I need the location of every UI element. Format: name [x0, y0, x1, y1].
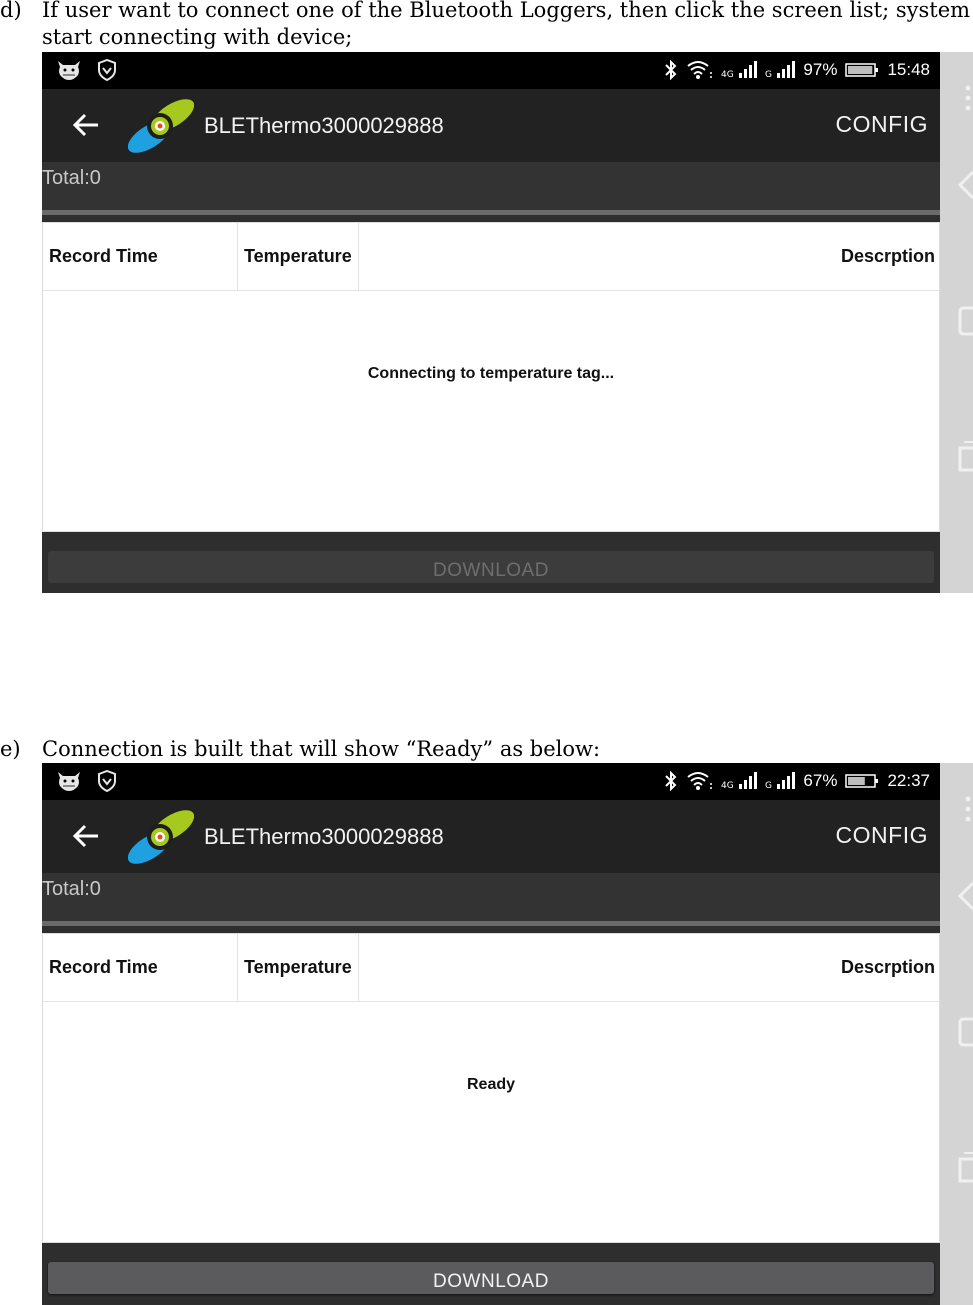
android-nav-bar — [940, 52, 973, 593]
step-d-text: If user want to connect one of the Bluet… — [42, 0, 973, 51]
clock: 22:37 — [887, 771, 930, 790]
phone-screen-ready: 4G G 67% 22:37 BLEThermo3000029888 CONFI… — [42, 763, 940, 1305]
nav-back-icon[interactable] — [958, 170, 973, 200]
shield-icon — [98, 59, 116, 81]
app-logo — [128, 99, 194, 153]
battery-icon — [845, 774, 879, 788]
bluetooth-icon — [665, 60, 677, 80]
table-header: Record Time Temperature Descrption — [43, 223, 939, 291]
wifi-icon — [687, 772, 713, 790]
divider — [42, 921, 940, 926]
g-signal-icon: G — [765, 61, 796, 80]
records-table: Record Time Temperature Descrption Ready — [42, 933, 940, 1243]
app-bar: BLEThermo3000029888 CONFIG — [42, 89, 940, 162]
records-table: Record Time Temperature Descrption Conne… — [42, 222, 940, 532]
column-record-time: Record Time — [43, 934, 238, 1001]
battery-icon — [845, 63, 879, 77]
g-signal-icon: G — [765, 772, 796, 791]
config-button[interactable]: CONFIG — [836, 111, 928, 138]
step-d-label: d) — [0, 0, 22, 22]
divider — [42, 210, 940, 215]
download-button[interactable]: DOWNLOAD — [48, 551, 934, 583]
column-temperature: Temperature — [238, 223, 359, 290]
table-header: Record Time Temperature Descrption — [43, 934, 939, 1002]
step-e-text: Connection is built that will show “Read… — [42, 737, 601, 761]
phone-screen-connecting: 4G G 97% 15:48 BLEThermo3000029888 CONFI… — [42, 52, 940, 593]
back-arrow-icon[interactable] — [68, 818, 104, 854]
column-description: Descrption — [840, 246, 935, 266]
nav-recents-icon[interactable] — [958, 440, 973, 472]
cow-icon — [58, 772, 80, 791]
svg-text:4G: 4G — [721, 70, 734, 80]
device-title: BLEThermo3000029888 — [204, 113, 444, 138]
svg-text:G: G — [765, 70, 772, 80]
svg-text:G: G — [765, 781, 772, 791]
status-bar: 4G G 67% 22:37 — [42, 763, 940, 800]
step-d-line-1: If user want to connect one of the Bluet… — [42, 0, 973, 22]
4g-signal-icon: 4G — [721, 772, 758, 791]
bottom-bar: DOWNLOAD — [42, 532, 940, 593]
connection-status-message: Connecting to temperature tag... — [367, 365, 615, 382]
total-bar: Total:0 — [42, 162, 940, 210]
app-logo — [128, 810, 194, 864]
svg-text:4G: 4G — [721, 781, 734, 791]
config-button[interactable]: CONFIG — [836, 822, 928, 849]
step-d-line-2: start connecting with device; — [42, 25, 353, 49]
menu-dots-icon[interactable] — [958, 793, 972, 823]
battery-percent: 97% — [803, 60, 838, 79]
download-button[interactable]: DOWNLOAD — [48, 1262, 934, 1294]
app-bar: BLEThermo3000029888 CONFIG — [42, 800, 940, 873]
nav-recents-icon[interactable] — [958, 1151, 973, 1183]
menu-dots-icon[interactable] — [958, 82, 972, 112]
android-nav-bar — [940, 763, 973, 1305]
back-arrow-icon[interactable] — [68, 107, 104, 143]
device-title: BLEThermo3000029888 — [204, 824, 444, 849]
status-bar: 4G G 97% 15:48 — [42, 52, 940, 89]
total-bar: Total:0 — [42, 873, 940, 921]
battery-fill — [848, 777, 866, 785]
cow-icon — [58, 61, 80, 80]
total-count: Total:0 — [42, 878, 101, 900]
nav-back-icon[interactable] — [958, 881, 973, 911]
battery-percent: 67% — [803, 771, 838, 790]
wifi-icon — [687, 61, 713, 79]
4g-signal-icon: 4G — [721, 61, 758, 80]
total-count: Total:0 — [42, 167, 101, 189]
nav-home-icon[interactable] — [958, 306, 973, 336]
connection-status-message: Ready — [466, 1076, 516, 1093]
bottom-bar: DOWNLOAD — [42, 1243, 940, 1304]
battery-fill — [848, 66, 873, 74]
clock: 15:48 — [887, 60, 930, 79]
nav-home-icon[interactable] — [958, 1017, 973, 1047]
step-e-label: e) — [0, 737, 21, 761]
column-temperature: Temperature — [238, 934, 359, 1001]
column-description: Descrption — [840, 957, 935, 977]
column-record-time: Record Time — [43, 223, 238, 290]
bluetooth-icon — [665, 771, 677, 791]
shield-icon — [98, 770, 116, 792]
